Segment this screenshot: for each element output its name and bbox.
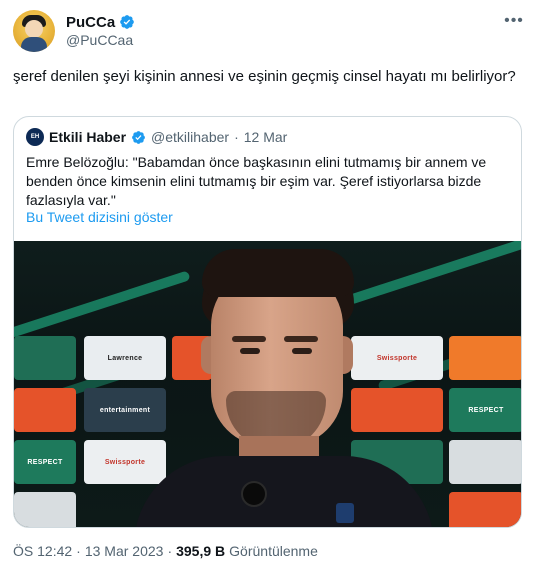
- show-thread-link[interactable]: Bu Tweet dizisini göster: [26, 209, 173, 225]
- sponsor-board: [14, 336, 76, 380]
- tweet-card: PuCCa @PuCCaa ••• şeref denilen şeyi kiş…: [0, 0, 538, 576]
- verified-badge-icon: [120, 15, 135, 29]
- tweet-meta: ÖS 12:42 · 13 Mar 2023 · 395,9 B Görüntü…: [13, 543, 318, 559]
- quoted-avatar[interactable]: EH: [26, 128, 44, 146]
- sponsor-board: Lawrence: [84, 336, 166, 380]
- quoted-date[interactable]: 12 Mar: [244, 129, 288, 145]
- quoted-handle[interactable]: @etkilihaber: [151, 129, 229, 145]
- author-handle[interactable]: @PuCCaa: [66, 32, 133, 48]
- views-label: Görüntülenme: [229, 543, 318, 559]
- sponsor-board: [14, 492, 76, 527]
- quoted-separator: ·: [234, 129, 239, 145]
- meta-separator: ·: [167, 543, 173, 559]
- sponsor-board: [449, 440, 521, 484]
- sponsor-board: entertainment: [84, 388, 166, 432]
- author-avatar[interactable]: [13, 10, 55, 52]
- meta-separator: ·: [76, 543, 81, 559]
- sponsor-board: RESPECT: [14, 440, 76, 484]
- quoted-tweet[interactable]: EH Etkili Haber @etkilihaber · 12 Mar Em…: [13, 116, 522, 528]
- more-horizontal-icon[interactable]: •••: [503, 12, 525, 30]
- quoted-display-name[interactable]: Etkili Haber: [49, 129, 126, 145]
- tweet-date[interactable]: 13 Mar 2023: [85, 543, 164, 559]
- sponsor-board: [351, 388, 443, 432]
- sponsor-board: [449, 336, 521, 380]
- sponsor-board: Swissporte: [351, 336, 443, 380]
- sponsor-board: Swissporte: [84, 440, 166, 484]
- views-count: 395,9 B: [176, 543, 226, 559]
- sponsor-board: [14, 388, 76, 432]
- tweet-time[interactable]: ÖS 12:42: [13, 543, 72, 559]
- verified-badge-icon: [132, 130, 145, 144]
- quoted-text: Emre Belözoğlu: "Babamdan önce başkasını…: [26, 154, 487, 208]
- tweet-text: şeref denilen şeyi kişinin annesi ve eşi…: [13, 68, 516, 85]
- quoted-header: EH Etkili Haber @etkilihaber · 12 Mar: [26, 127, 287, 147]
- sponsor-board: [449, 492, 521, 527]
- author-name-row: PuCCa: [66, 12, 135, 32]
- sponsor-board: RESPECT: [449, 388, 521, 432]
- quoted-photo[interactable]: Lawrence entertainment RESPECT Swissport…: [14, 241, 521, 527]
- author-display-name[interactable]: PuCCa: [66, 14, 115, 31]
